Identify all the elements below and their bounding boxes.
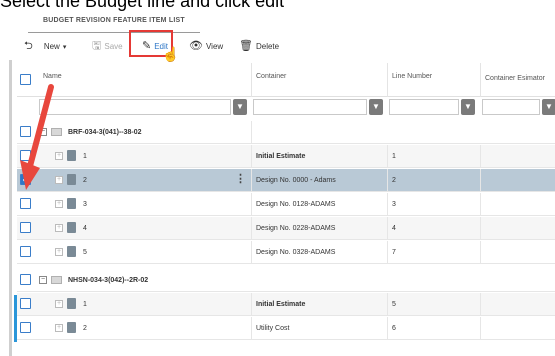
arrow-head — [20, 160, 40, 190]
arrow-shaft — [26, 84, 54, 173]
red-arrow-annotation — [20, 84, 54, 190]
